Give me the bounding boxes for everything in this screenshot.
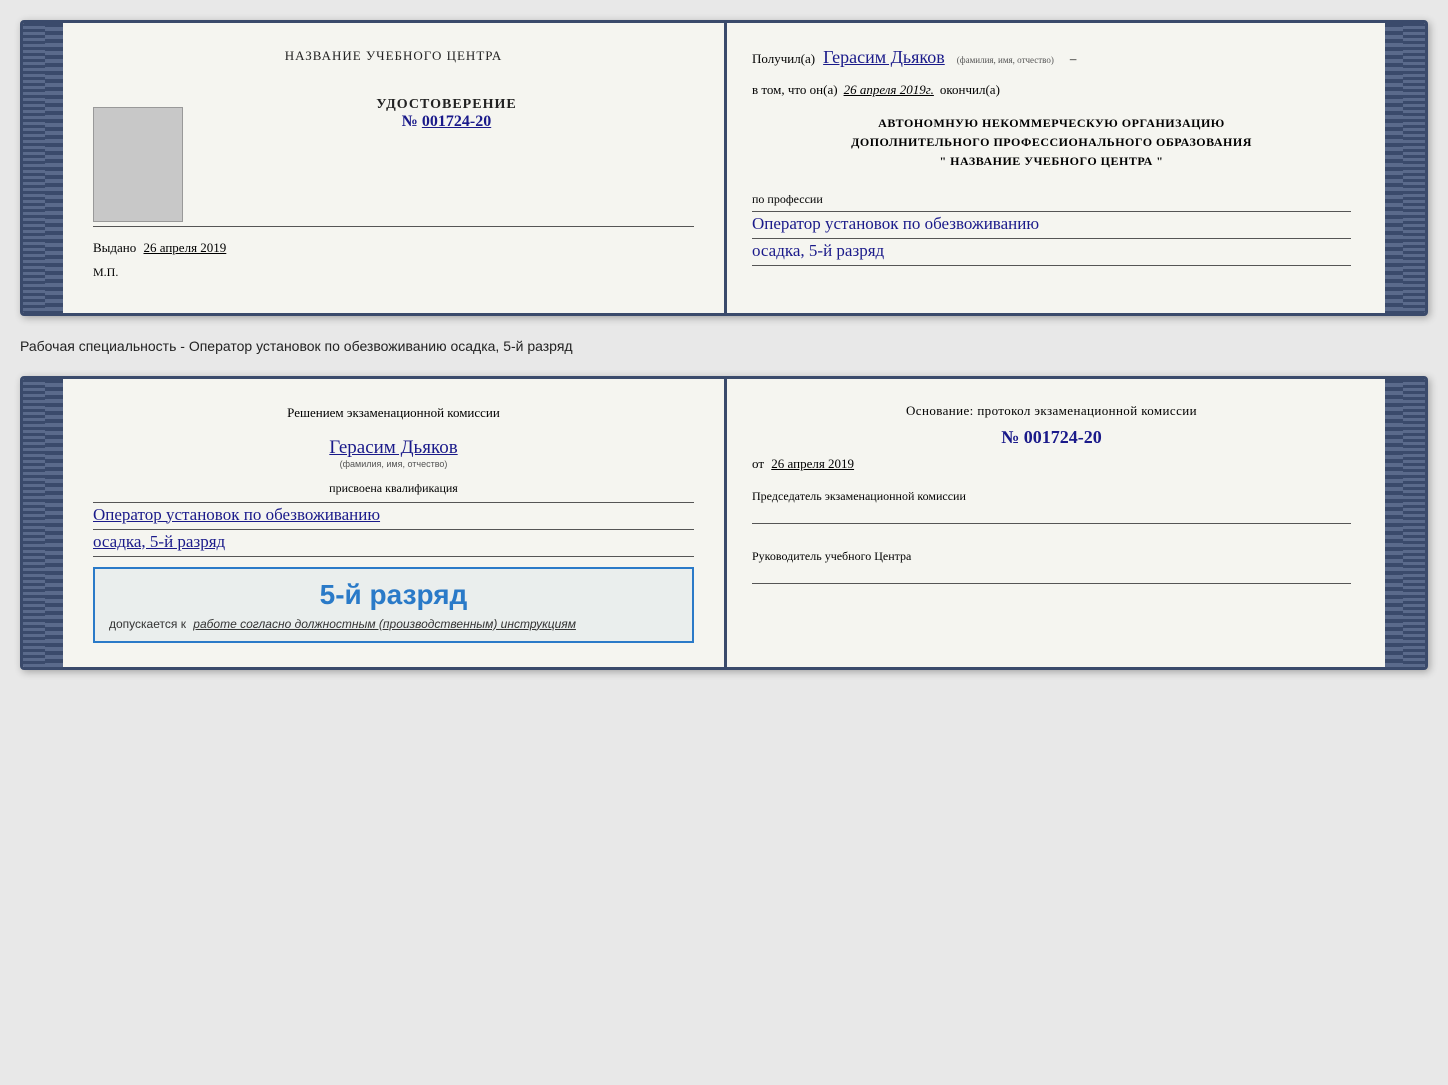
spine-left — [23, 23, 45, 313]
director-sig-line — [752, 583, 1351, 584]
in-that-prefix: в том, что он(а) — [752, 82, 838, 98]
spine-right — [1403, 23, 1425, 313]
qual-spine-left — [23, 379, 45, 667]
chairman-section: Председатель экзаменационной комиссии — [752, 488, 1351, 524]
left-decoration — [45, 23, 63, 313]
mp-label: М.П. — [93, 265, 118, 279]
qual-name: Герасим Дьяков — [329, 437, 457, 458]
director-label: Руководитель учебного Центра — [752, 548, 1351, 565]
cert-number: № 001724-20 — [199, 113, 694, 131]
cert-left-page: НАЗВАНИЕ УЧЕБНОГО ЦЕНТРА УДОСТОВЕРЕНИЕ №… — [45, 23, 722, 313]
finished-label: окончил(а) — [940, 82, 1000, 98]
signature-line — [93, 226, 694, 227]
description-text: Рабочая специальность - Оператор установ… — [20, 334, 1428, 358]
name-subtitle-1: (фамилия, имя, отчество) — [957, 55, 1054, 65]
qualification-card: Решением экзаменационной комиссии Гераси… — [20, 376, 1428, 670]
profession-line1 — [752, 211, 1351, 212]
profession-label: по профессии — [752, 192, 1351, 207]
org-line2: ДОПОЛНИТЕЛЬНОГО ПРОФЕССИОНАЛЬНОГО ОБРАЗО… — [752, 133, 1351, 152]
profession-handwritten: Оператор установок по обезвоживанию — [752, 214, 1351, 234]
director-section: Руководитель учебного Центра — [752, 548, 1351, 584]
assigned-label: присвоена квалификация — [93, 481, 694, 496]
profession-line3-rule — [752, 265, 1351, 266]
basis-label: Основание: протокол экзаменационной коми… — [752, 403, 1351, 419]
rank-big-text: 5-й разряд — [109, 579, 678, 611]
photo-placeholder — [93, 107, 183, 222]
profession-line2-rule — [752, 238, 1351, 239]
cert-right-page: Получил(а) Герасим Дьяков (фамилия, имя,… — [722, 23, 1403, 313]
qual-profession-2: осадка, 5-й разряд — [93, 532, 694, 552]
protocol-number: № 001724-20 — [752, 427, 1351, 448]
allows-prefix: допускается к — [109, 617, 186, 631]
org-line1: АВТОНОМНУЮ НЕКОММЕРЧЕСКУЮ ОРГАНИЗАЦИЮ — [752, 114, 1351, 133]
profession-line2: осадка, 5-й разряд — [752, 241, 1351, 261]
cert-title: УДОСТОВЕРЕНИЕ — [199, 97, 694, 113]
issued-label: Выдано 26 апреля 2019 — [93, 240, 226, 255]
certificate-card: НАЗВАНИЕ УЧЕБНОГО ЦЕНТРА УДОСТОВЕРЕНИЕ №… — [20, 20, 1428, 316]
right-decoration — [1385, 23, 1403, 313]
recipient-name: Герасим Дьяков — [823, 47, 945, 68]
decision-text: Решением экзаменационной комиссии — [93, 403, 694, 423]
qual-left-page: Решением экзаменационной комиссии Гераси… — [45, 379, 722, 667]
qual-profession-1: Оператор установок по обезвоживанию — [93, 505, 694, 525]
qual-line3 — [93, 556, 694, 557]
training-center-label: НАЗВАНИЕ УЧЕБНОГО ЦЕНТРА — [285, 48, 502, 63]
qual-right-page: Основание: протокол экзаменационной коми… — [722, 379, 1403, 667]
qual-name-subtitle: (фамилия, имя, отчество) — [93, 459, 694, 469]
chairman-sig-line — [752, 523, 1351, 524]
qual-left-decoration — [45, 379, 63, 667]
qual-spine-right — [1403, 379, 1425, 667]
rank-highlight-box: 5-й разряд допускается к работе согласно… — [93, 567, 694, 643]
org-line3: " НАЗВАНИЕ УЧЕБНОГО ЦЕНТРА " — [752, 152, 1351, 171]
date-row: от 26 апреля 2019 — [752, 456, 1351, 472]
allows-text: работе согласно должностным (производств… — [193, 617, 576, 631]
page-wrapper: НАЗВАНИЕ УЧЕБНОГО ЦЕНТРА УДОСТОВЕРЕНИЕ №… — [20, 20, 1428, 670]
qual-line2 — [93, 529, 694, 530]
qual-right-decoration — [1385, 379, 1403, 667]
qual-line1 — [93, 502, 694, 503]
received-prefix: Получил(а) — [752, 51, 815, 67]
completion-date: 26 апреля 2019г. — [844, 82, 934, 98]
chairman-label: Председатель экзаменационной комиссии — [752, 488, 1351, 505]
